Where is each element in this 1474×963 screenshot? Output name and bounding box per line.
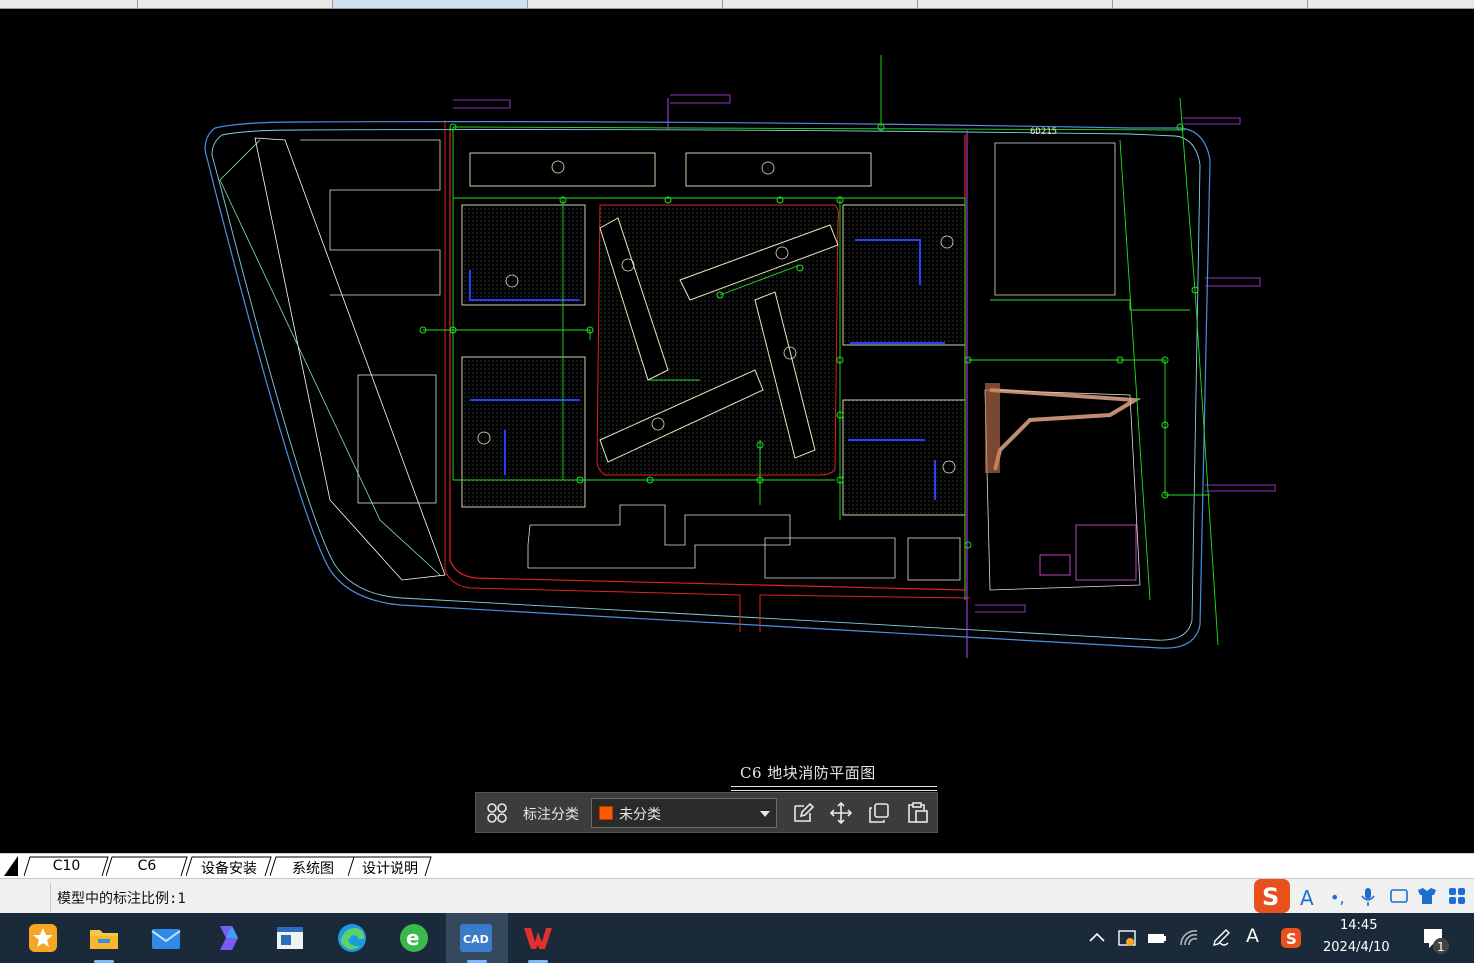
bottom-building xyxy=(527,504,791,569)
chevron-down-icon xyxy=(760,811,770,817)
top-label: 6D215 xyxy=(1030,127,1057,137)
grid-icon[interactable] xyxy=(485,801,509,825)
file-explorer-icon[interactable] xyxy=(76,913,132,963)
site-plan-drawing: 6D215 xyxy=(204,55,1276,658)
edge-icon[interactable] xyxy=(324,913,380,963)
sogou-tray-icon[interactable]: S xyxy=(1280,927,1302,949)
top-cell-active[interactable] xyxy=(333,0,528,8)
left-building-1 xyxy=(300,139,441,296)
tab-label: C10 xyxy=(52,858,81,874)
annotation-scale-status: 模型中的标注比例:1 xyxy=(57,891,186,907)
drawing-title-underline xyxy=(731,786,937,791)
annotation-category-label: 标注分类 xyxy=(523,807,579,823)
move-icon[interactable] xyxy=(829,801,853,825)
sogou-logo-icon: S xyxy=(1254,879,1290,913)
green-browser-icon[interactable]: e xyxy=(386,913,442,963)
svg-text:CAD: CAD xyxy=(463,933,489,946)
tab-label: C6 xyxy=(137,858,157,874)
category-select-value: 未分类 xyxy=(619,807,661,823)
star-app-icon[interactable] xyxy=(15,913,71,963)
svg-text:A: A xyxy=(1300,886,1314,910)
copilot-icon[interactable] xyxy=(200,913,256,963)
mail-icon[interactable] xyxy=(138,913,194,963)
svg-text:S: S xyxy=(1286,930,1297,948)
paste-icon[interactable] xyxy=(905,801,929,825)
category-color-swatch xyxy=(599,806,613,820)
top-cell[interactable] xyxy=(723,0,918,8)
cad-icon[interactable]: CAD xyxy=(446,913,508,963)
notification-icon[interactable]: 1 xyxy=(1420,925,1450,955)
drawing-title: C6 地块消防平面图 xyxy=(740,764,876,782)
right-building-bottom xyxy=(984,389,1141,591)
tab-label: 设计说明 xyxy=(362,861,418,877)
tab-equipment-installation[interactable]: 设备安装 xyxy=(186,856,272,877)
svg-text:•,: •, xyxy=(1330,888,1345,907)
input-language-indicator[interactable]: A xyxy=(1246,925,1268,947)
pen-icon[interactable] xyxy=(1210,927,1232,949)
left-parcel xyxy=(254,137,446,581)
tab-scroll-triangle[interactable] xyxy=(0,854,24,878)
ime-toolbar: S A •, xyxy=(1252,878,1474,914)
top-cell[interactable] xyxy=(918,0,1113,8)
building-2 xyxy=(469,152,656,187)
svg-text:S: S xyxy=(1262,883,1279,911)
top-cell[interactable] xyxy=(0,0,138,8)
building-1 xyxy=(685,152,872,187)
wifi-icon[interactable] xyxy=(1178,927,1200,949)
clock-date[interactable]: 2024/4/10 xyxy=(1323,940,1390,955)
tab-label: 设备安装 xyxy=(201,861,257,877)
windows-taskbar: e CAD A S xyxy=(0,913,1474,963)
clock-time[interactable]: 14:45 xyxy=(1340,918,1377,933)
window-app-icon[interactable] xyxy=(262,913,318,963)
top-cell[interactable] xyxy=(528,0,723,8)
tab-c10[interactable]: C10 xyxy=(24,856,109,877)
tab-design-notes[interactable]: 设计说明 xyxy=(348,856,432,877)
chevron-up-icon[interactable] xyxy=(1086,927,1108,949)
layout-tab-bar: C10 C6 设备安装 系统图 设计说明 xyxy=(0,853,1474,878)
battery-icon[interactable] xyxy=(1146,927,1168,949)
tab-c6[interactable]: C6 xyxy=(106,856,188,877)
left-building-2 xyxy=(357,374,437,504)
annotation-category-toolbar: 标注分类 未分类 xyxy=(475,792,938,833)
top-cell[interactable] xyxy=(138,0,333,8)
cad-model-canvas[interactable]: 6D215 xyxy=(0,9,1474,853)
edit-icon[interactable] xyxy=(791,801,815,825)
svg-text:e: e xyxy=(406,926,420,950)
tab-label: 系统图 xyxy=(292,861,334,877)
security-tray-icon[interactable] xyxy=(1116,927,1138,949)
top-cell[interactable] xyxy=(1113,0,1308,8)
copy-icon[interactable] xyxy=(867,801,891,825)
svg-text:1: 1 xyxy=(1437,940,1445,954)
wps-icon[interactable] xyxy=(510,913,566,963)
right-building-top xyxy=(994,142,1116,296)
annotation-category-select[interactable]: 未分类 xyxy=(591,798,777,828)
tab-system-diagram[interactable]: 系统图 xyxy=(270,856,356,877)
top-tab-strip xyxy=(0,0,1474,9)
